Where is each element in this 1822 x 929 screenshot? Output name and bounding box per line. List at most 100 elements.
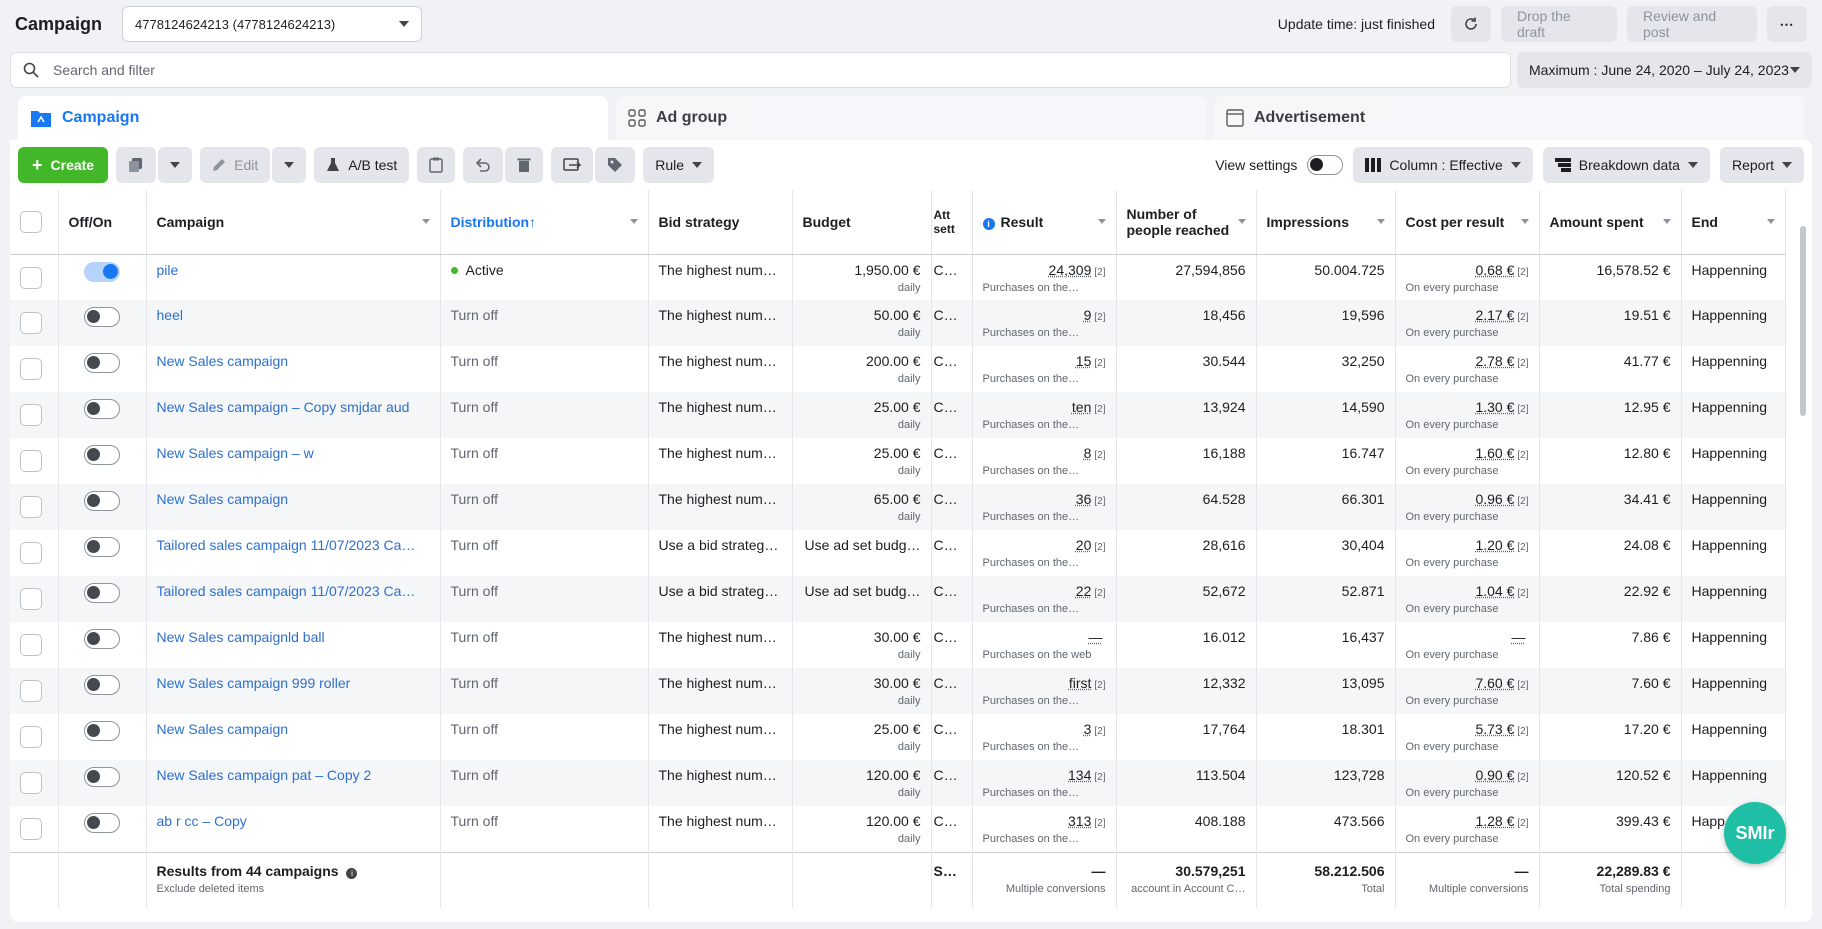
date-range-picker[interactable]: Maximum : June 24, 2020 – July 24, 2023 [1517,52,1812,88]
rule-button[interactable]: Rule [643,147,715,183]
create-button[interactable]: + Create [18,147,109,183]
drop-draft-button[interactable]: Drop the draft [1501,6,1617,42]
review-post-button[interactable]: Review and post [1627,6,1757,42]
campaign-toggle[interactable] [83,721,120,741]
col-cost-per-result[interactable]: Cost per result [1395,190,1540,255]
campaign-toggle[interactable] [83,537,120,557]
breakdown-button[interactable]: Breakdown data [1542,147,1710,183]
campaign-name-link[interactable]: pile [157,262,179,278]
table-row[interactable]: New Sales campaign Turn off The highest nu… [10,346,1786,392]
campaign-name-link[interactable]: New Sales campaign [157,491,289,507]
table-row[interactable]: Tailored sales campaign 11/07/2023 Ca… Tu… [10,530,1786,576]
smir-badge[interactable]: SMIr [1724,802,1786,864]
campaign-toggle[interactable] [83,307,120,327]
report-button[interactable]: Report [1719,147,1804,183]
row-checkbox[interactable] [20,542,42,564]
campaign-name-link[interactable]: New Sales campaignld ball [157,629,325,645]
ab-test-button[interactable]: A/B test [314,147,410,183]
col-bid-strategy[interactable]: Bid strategy [648,190,793,255]
campaign-toggle[interactable] [83,767,120,787]
row-checkbox[interactable] [20,772,42,794]
campaign-toggle[interactable] [83,445,120,465]
campaign-name-link[interactable]: New Sales campaign [157,353,289,369]
campaign-toggle[interactable] [83,813,120,833]
col-distribution[interactable]: Distribution↑ [440,190,649,255]
col-amount-spent[interactable]: Amount spent [1539,190,1682,255]
vertical-scrollbar[interactable] [1800,226,1806,416]
col-budget[interactable]: Budget [792,190,932,255]
campaign-name-link[interactable]: New Sales campaign – Copy smjdar aud [157,399,410,415]
tab-advertisement[interactable]: Advertisement [1214,96,1804,140]
select-all-checkbox[interactable] [20,210,42,233]
campaign-name-cell: New Sales campaign [146,714,441,760]
campaign-name-link[interactable]: New Sales campaign [157,721,289,737]
col-attribution[interactable]: Att sett [931,190,973,255]
table-row[interactable]: New Sales campaign Turn off The highest nu… [10,714,1786,760]
column-button[interactable]: Column : Effective [1353,147,1533,183]
col-end[interactable]: End [1681,190,1786,255]
campaign-toggle[interactable] [83,399,120,419]
search-input[interactable]: Search and filter [10,52,1511,88]
campaign-toggle[interactable] [83,491,120,511]
col-result[interactable]: i Result [972,190,1117,255]
duplicate-dropdown[interactable] [158,147,193,183]
campaign-name-link[interactable]: ab r cc – Copy [157,813,247,829]
table-row[interactable]: New Sales campaign pat – Copy 2 Turn off T… [10,760,1786,806]
result-value: 15 [1075,353,1092,369]
delete-button[interactable] [505,147,544,183]
sort-caret-icon [1237,219,1246,224]
table-row[interactable]: heel Turn off The highest num… 50.00 € daily… [10,300,1786,346]
tag-button[interactable] [595,147,636,183]
table-row[interactable]: ab r cc – Copy Turn off The highest num… 12… [10,806,1786,852]
row-checkbox[interactable] [20,450,42,472]
tab-ad-group[interactable]: Ad group [616,96,1206,140]
table-row[interactable]: New Sales campaign Turn off The highest nu… [10,484,1786,530]
duplicate-button[interactable] [116,147,157,183]
view-settings-toggle[interactable] [1307,155,1344,175]
row-checkbox[interactable] [20,266,42,289]
undo-button[interactable] [463,147,504,183]
campaign-toggle[interactable] [83,583,120,603]
budget-cell: 120.00 € daily [792,806,932,852]
refresh-button[interactable] [1451,6,1491,42]
col-reach[interactable]: Number of people reached [1116,190,1257,255]
row-checkbox[interactable] [20,634,42,656]
table-row[interactable]: pile Active The highest num… 1,950.00 € dail… [10,254,1786,300]
spent-value: 7.60 € [1631,675,1671,691]
account-selector[interactable]: 4778124624213 (4778124624213) [122,6,423,42]
campaign-name-link[interactable]: heel [157,307,183,323]
edit-button[interactable]: Edit [200,147,271,183]
edit-dropdown[interactable] [272,147,307,183]
row-checkbox[interactable] [20,404,42,426]
row-checkbox[interactable] [20,818,42,840]
clipboard-button[interactable] [417,147,456,183]
export-button[interactable] [551,147,594,183]
tab-campaign[interactable]: Campaign [18,96,608,140]
table-row[interactable]: New Sales campaign 999 roller Turn off The… [10,668,1786,714]
campaign-name-link[interactable]: Tailored sales campaign 11/07/2023 Ca… [157,537,416,553]
table-row[interactable]: New Sales campaign – Copy smjdar aud Turn… [10,392,1786,438]
campaign-name-link[interactable]: New Sales campaign pat – Copy 2 [157,767,372,783]
table-row[interactable]: New Sales campaign – w Turn off The highes… [10,438,1786,484]
row-checkbox[interactable] [20,726,42,748]
row-checkbox[interactable] [20,680,42,702]
table-row[interactable]: Tailored sales campaign 11/07/2023 Ca… Tu… [10,576,1786,622]
campaign-toggle[interactable] [83,261,120,282]
table-header: Off/On Campaign Distribution↑ Bid strate… [10,190,1786,255]
col-campaign[interactable]: Campaign [146,190,441,255]
campaign-name-link[interactable]: Tailored sales campaign 11/07/2023 Ca… [157,583,416,599]
col-off-on[interactable]: Off/On [58,190,147,255]
row-checkbox[interactable] [20,588,42,610]
more-button[interactable]: ⋯ [1767,6,1807,42]
campaign-toggle[interactable] [83,353,120,373]
campaign-toggle[interactable] [83,675,120,695]
row-checkbox[interactable] [20,496,42,518]
campaign-name-link[interactable]: New Sales campaign 999 roller [157,675,351,691]
row-checkbox[interactable] [20,358,42,380]
row-checkbox[interactable] [20,312,42,334]
col-impressions[interactable]: Impressions [1256,190,1396,255]
cpr-value: 5.73 € [1475,721,1515,737]
campaign-toggle[interactable] [83,629,120,649]
campaign-name-link[interactable]: New Sales campaign – w [157,445,314,461]
table-row[interactable]: New Sales campaignld ball Turn off The hig… [10,622,1786,668]
